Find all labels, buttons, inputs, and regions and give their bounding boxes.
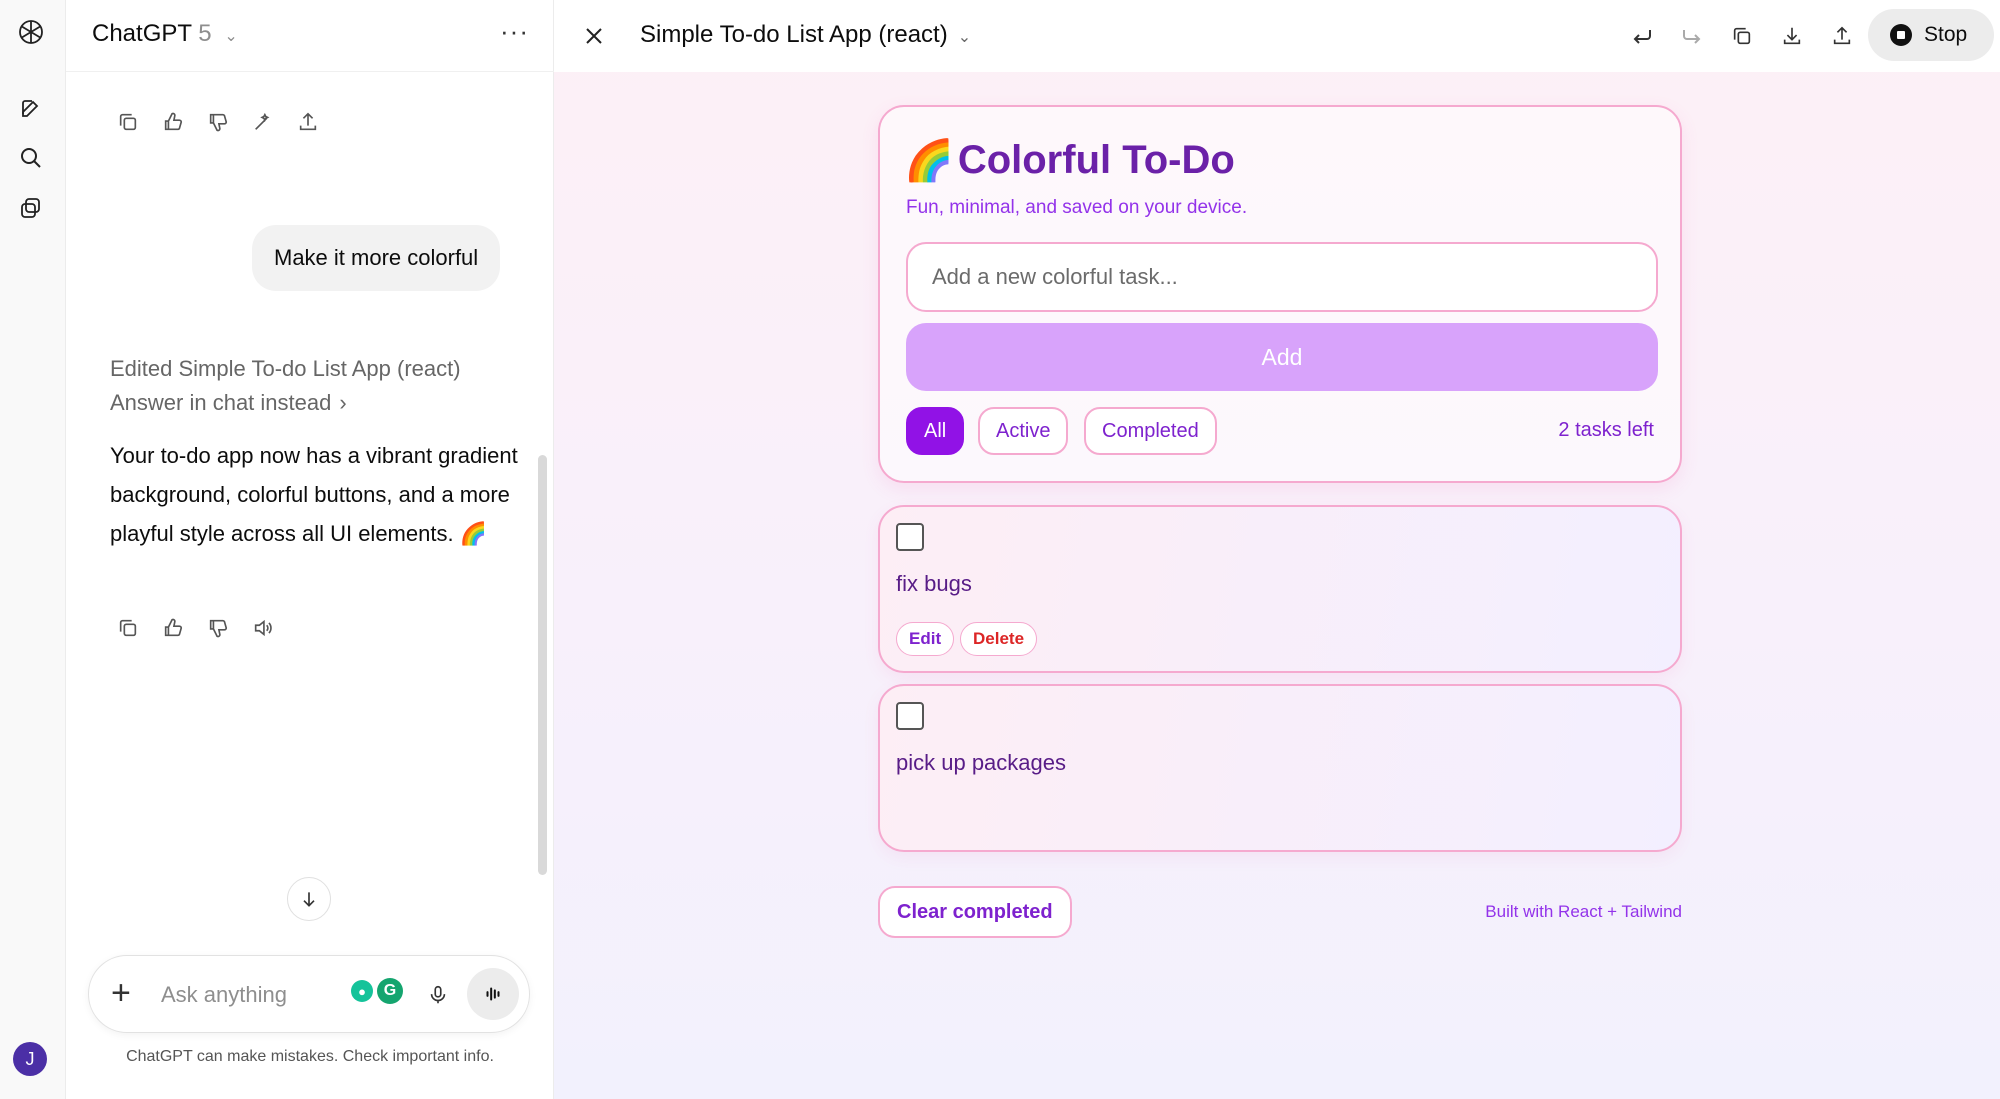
model-name: ChatGPT <box>92 20 192 47</box>
openai-logo-icon[interactable] <box>15 16 47 48</box>
footer-credit: Built with React + Tailwind <box>1485 902 1682 921</box>
microphone-icon[interactable] <box>421 978 455 1012</box>
thumbs-down-icon[interactable] <box>200 104 236 140</box>
tasks-left-count: 2 tasks left <box>1558 419 1654 441</box>
more-options-icon[interactable]: ··· <box>500 16 529 47</box>
assistant-reply: Your to-do app now has a vibrant gradien… <box>110 443 518 546</box>
copy-icon[interactable] <box>110 104 146 140</box>
stop-icon <box>1890 24 1912 46</box>
task-item: fix bugs Edit Delete <box>878 505 1682 673</box>
thumbs-up-icon[interactable] <box>155 610 191 646</box>
stop-button[interactable]: Stop <box>1868 9 1994 61</box>
copy-icon[interactable] <box>1724 18 1760 54</box>
filter-all[interactable]: All <box>906 407 965 455</box>
todo-card: 🌈 Colorful To-Do Fun, minimal, and saved… <box>878 105 1682 483</box>
answer-in-chat-link[interactable]: Answer in chat instead › <box>110 390 347 416</box>
edit-wand-icon[interactable] <box>245 104 281 140</box>
model-selector[interactable]: ChatGPT 5 ⌄ <box>92 20 238 48</box>
avatar[interactable]: J <box>13 1042 47 1076</box>
answer-in-chat-label: Answer in chat instead <box>110 390 332 415</box>
app-title: 🌈 Colorful To-Do <box>904 137 1235 184</box>
task-text: fix bugs <box>896 571 972 596</box>
clear-completed-button[interactable]: Clear completed <box>878 886 1072 938</box>
canvas-header: Simple To-do List App (react) ⌄ Stop <box>554 0 2000 72</box>
copy-icon[interactable] <box>110 610 146 646</box>
arrow-down-icon <box>303 892 315 907</box>
waveform-icon <box>486 987 500 1001</box>
task-checkbox[interactable] <box>896 523 924 551</box>
thumbs-up-icon[interactable] <box>155 104 191 140</box>
user-message: Make it more colorful <box>252 225 501 291</box>
read-aloud-icon[interactable] <box>245 610 281 646</box>
edit-task-button[interactable]: Edit <box>896 622 955 656</box>
close-icon[interactable] <box>578 20 610 52</box>
library-icon[interactable] <box>15 192 47 224</box>
delete-task-button[interactable]: Delete <box>960 622 1038 656</box>
message-actions-bottom <box>110 610 281 646</box>
chevron-down-icon: ⌄ <box>957 29 972 46</box>
grammarly-bulb-icon: ● <box>351 980 373 1002</box>
search-icon[interactable] <box>15 142 47 174</box>
plus-icon[interactable]: + <box>111 976 131 1010</box>
app-subtitle: Fun, minimal, and saved on your device. <box>906 197 1248 218</box>
scroll-down-button[interactable] <box>287 877 331 921</box>
task-checkbox[interactable] <box>896 702 924 730</box>
share-icon[interactable] <box>290 104 326 140</box>
task-item: pick up packages <box>878 684 1682 852</box>
app-title-text: Colorful To-Do <box>957 138 1235 182</box>
chevron-right-icon: › <box>339 390 347 415</box>
thumbs-down-icon[interactable] <box>200 610 236 646</box>
add-task-button[interactable]: Add <box>906 323 1658 391</box>
composer: + ● G <box>88 955 530 1033</box>
undo-icon[interactable] <box>1624 18 1660 54</box>
canvas-title-label: Simple To-do List App (react) <box>640 21 948 48</box>
voice-mode-button[interactable] <box>467 968 519 1020</box>
stop-label: Stop <box>1924 23 1968 46</box>
chat-header: ChatGPT 5 ⌄ ··· <box>66 0 554 72</box>
new-task-input[interactable] <box>906 242 1658 312</box>
edited-canvas-link[interactable]: Edited Simple To-do List App (react) <box>110 356 461 382</box>
grammarly-g-icon: G <box>377 978 403 1004</box>
chat-panel: ChatGPT 5 ⌄ ··· Make it more colorful Ed… <box>66 0 554 1099</box>
canvas-panel: Simple To-do List App (react) ⌄ Stop 🌈 Co… <box>554 0 2000 1099</box>
model-version: 5 <box>198 20 212 47</box>
rainbow-icon: 🌈 <box>904 139 954 183</box>
message-actions-top <box>110 104 326 140</box>
composer-input[interactable] <box>161 978 321 1012</box>
disclaimer: ChatGPT can make mistakes. Check importa… <box>126 1048 494 1065</box>
filter-completed[interactable]: Completed <box>1084 407 1217 455</box>
new-chat-icon[interactable] <box>15 92 47 124</box>
filter-active[interactable]: Active <box>978 407 1069 455</box>
task-text: pick up packages <box>896 750 1066 775</box>
share-icon[interactable] <box>1824 18 1860 54</box>
grammarly-widget[interactable]: ● G <box>351 976 413 1006</box>
chat-scrollbar[interactable] <box>538 455 547 875</box>
chevron-down-icon: ⌄ <box>224 28 238 45</box>
download-icon[interactable] <box>1774 18 1810 54</box>
redo-icon[interactable] <box>1674 18 1710 54</box>
canvas-title[interactable]: Simple To-do List App (react) ⌄ <box>640 21 971 49</box>
left-rail: J <box>0 0 66 1099</box>
